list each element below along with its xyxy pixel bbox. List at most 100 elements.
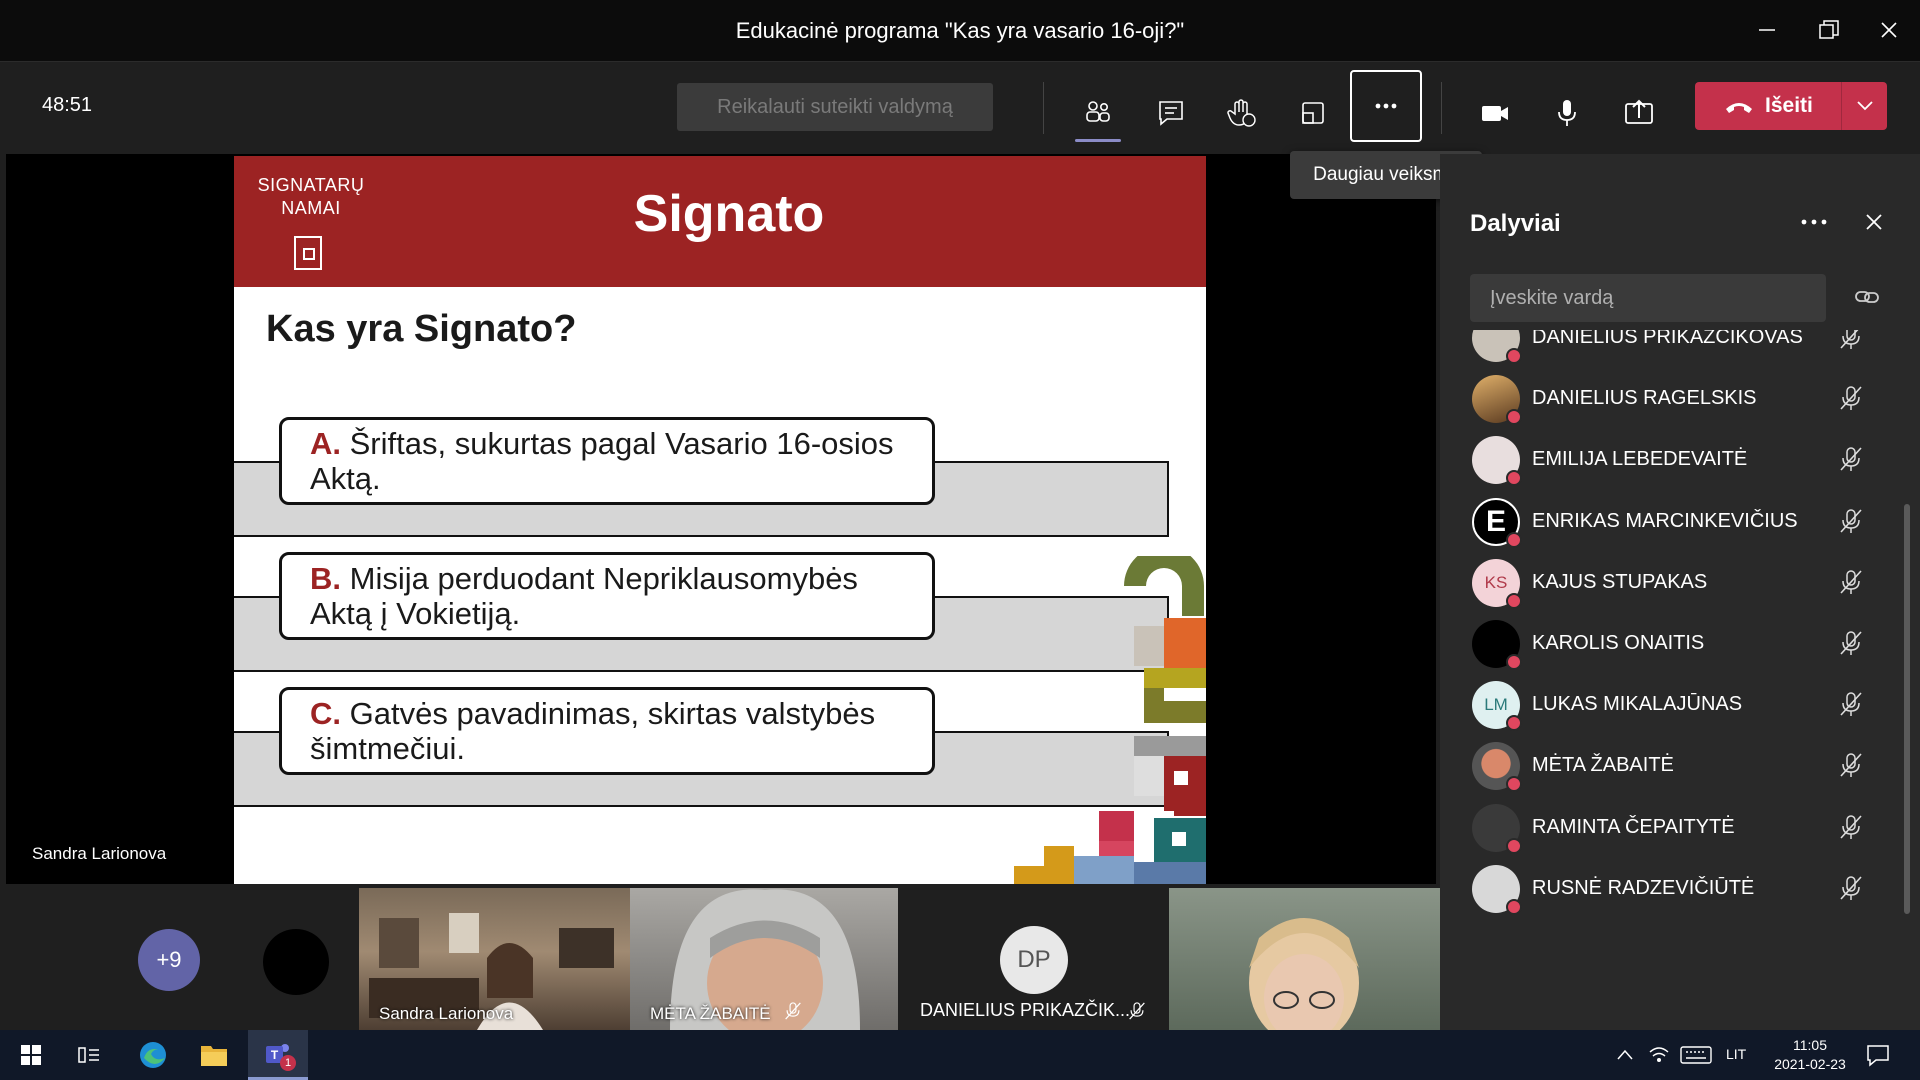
brand-logo-text: SIGNATARŲ NAMAI xyxy=(256,174,366,220)
start-button[interactable] xyxy=(3,1030,59,1080)
microphone-muted-icon xyxy=(1129,1002,1145,1020)
status-indicator xyxy=(1506,531,1522,548)
hang-up-icon xyxy=(1726,103,1752,113)
panel-close-button[interactable] xyxy=(1864,208,1884,239)
network-icon[interactable] xyxy=(1648,1044,1670,1064)
raise-hand-icon xyxy=(1227,99,1256,127)
participant-avatar[interactable]: DP xyxy=(1000,926,1068,994)
task-view-button[interactable] xyxy=(61,1030,117,1080)
status-indicator xyxy=(1506,776,1522,793)
microphone-muted-icon[interactable] xyxy=(1836,628,1866,658)
slide-question: Kas yra Signato? xyxy=(266,308,577,350)
microphone-muted-icon[interactable] xyxy=(1836,812,1866,842)
input-language[interactable]: LIT xyxy=(1726,1046,1746,1062)
option-text: Šriftas, sukurtas pagal Vasario 16-osios… xyxy=(310,426,894,496)
teams-taskbar-button[interactable]: T 1 xyxy=(248,1030,308,1080)
leave-label: Išeiti xyxy=(1765,94,1813,117)
participant-row[interactable]: RUSNĖ RADZEVIČIŪTĖ xyxy=(1440,853,1920,928)
system-clock[interactable]: 11:05 2021-02-23 xyxy=(1760,1036,1860,1074)
participant-name: ENRIKAS MARCINKEVIČIUS xyxy=(1532,509,1798,532)
chat-icon xyxy=(1159,101,1183,126)
participants-button[interactable] xyxy=(1063,78,1133,148)
windows-logo-icon xyxy=(21,1045,41,1065)
option-letter: C. xyxy=(310,696,341,731)
file-explorer-button[interactable] xyxy=(186,1030,242,1080)
brand-line-1: SIGNATARŲ xyxy=(257,175,365,195)
video-tile[interactable] xyxy=(1169,888,1440,1030)
panel-scrollbar[interactable] xyxy=(1904,504,1910,914)
slide-title: Signato xyxy=(633,185,825,243)
more-participants-badge[interactable]: +9 xyxy=(138,929,200,991)
presentation-slide: SIGNATARŲ NAMAI Signato Kas yra Signato?… xyxy=(234,156,1206,884)
microphone-button[interactable] xyxy=(1532,78,1602,148)
status-indicator xyxy=(1506,837,1522,854)
video-thumbnails-strip: +9 Sandra Larionova MĖTA ŽABAITĖ DP DANI… xyxy=(0,884,1440,1030)
meeting-toolbar: 48:51 Reikalauti suteikti valdymą Išeiti xyxy=(0,62,1920,154)
svg-text:T: T xyxy=(271,1048,279,1062)
video-tile[interactable]: MĖTA ŽABAITĖ xyxy=(630,888,898,1030)
breakout-rooms-button[interactable] xyxy=(1278,78,1348,148)
panel-title: Dalyviai xyxy=(1470,210,1561,237)
more-options-icon xyxy=(1801,219,1827,225)
option-letter: A. xyxy=(310,426,341,461)
status-indicator xyxy=(1506,409,1522,426)
chevron-down-icon xyxy=(1856,101,1873,111)
minimize-icon xyxy=(1759,29,1775,31)
chat-button[interactable] xyxy=(1136,78,1206,148)
option-b: B. Misija perduodant Nepriklausomybės Ak… xyxy=(279,552,935,640)
microphone-muted-icon[interactable] xyxy=(1836,873,1866,903)
clock-time: 11:05 xyxy=(1793,1037,1827,1053)
leave-options-button[interactable] xyxy=(1841,82,1887,130)
presenter-name: Sandra Larionova xyxy=(32,844,167,863)
option-a: A. Šriftas, sukurtas pagal Vasario 16-os… xyxy=(279,417,935,505)
avatar-initials: E xyxy=(1485,504,1506,538)
participant-name: RUSNĖ RADZEVIČIŪTĖ xyxy=(1532,876,1755,899)
share-button[interactable] xyxy=(1604,78,1674,148)
rooms-icon xyxy=(1302,102,1324,124)
status-indicator xyxy=(1506,654,1522,670)
clock-date: 2021-02-23 xyxy=(1774,1056,1846,1072)
restore-icon xyxy=(1819,20,1839,39)
close-icon xyxy=(1881,22,1897,38)
video-tile[interactable]: Sandra Larionova xyxy=(359,888,630,1030)
status-indicator xyxy=(1506,470,1522,487)
microphone-muted-icon[interactable] xyxy=(1836,567,1866,597)
close-icon xyxy=(1866,214,1882,230)
more-actions-button[interactable] xyxy=(1350,70,1422,142)
chevron-up-icon[interactable] xyxy=(1616,1048,1634,1062)
task-view-icon xyxy=(78,1047,99,1063)
option-c: C. Gatvės pavadinimas, skirtas valstybės… xyxy=(279,687,935,775)
camera-button[interactable] xyxy=(1460,78,1530,148)
notifications-icon[interactable] xyxy=(1866,1043,1890,1067)
request-control-button[interactable]: Reikalauti suteikti valdymą xyxy=(677,83,993,131)
microphone-muted-icon[interactable] xyxy=(1836,444,1866,474)
microphone-muted-icon[interactable] xyxy=(1836,750,1866,780)
microphone-muted-icon[interactable] xyxy=(1836,689,1866,719)
edge-browser-icon xyxy=(140,1042,166,1068)
participant-name: LUKAS MIKALAJŪNAS xyxy=(1532,693,1743,716)
active-tab-indicator xyxy=(1075,139,1121,142)
edge-button[interactable] xyxy=(125,1030,181,1080)
participant-avatar[interactable] xyxy=(263,929,329,995)
brand-line-2: NAMAI xyxy=(281,198,341,218)
raise-hand-button[interactable] xyxy=(1207,78,1277,148)
keyboard-icon[interactable] xyxy=(1680,1046,1712,1064)
participant-name: MĖTA ŽABAITĖ xyxy=(1532,754,1674,777)
microphone-muted-icon[interactable] xyxy=(1836,383,1866,413)
microphone-muted-icon[interactable] xyxy=(1836,330,1866,352)
restore-button[interactable] xyxy=(1806,10,1852,50)
participant-name: DANIELIUS PRIKAZČIKOVAS xyxy=(1532,330,1803,348)
toolbar-divider xyxy=(1441,82,1442,134)
minimize-button[interactable] xyxy=(1744,10,1790,50)
participant-name: RAMINTA ČEPAITYTĖ xyxy=(1532,815,1735,838)
microphone-muted-icon[interactable] xyxy=(1836,506,1866,536)
brand-logo-icon xyxy=(294,236,322,270)
share-link-icon[interactable] xyxy=(1852,282,1882,312)
participants-icon xyxy=(1086,101,1110,122)
participant-name: KAJUS STUPAKAS xyxy=(1532,570,1708,593)
leave-button[interactable]: Išeiti xyxy=(1695,82,1887,130)
participant-search-input[interactable]: Įveskite vardą xyxy=(1470,274,1826,322)
avatar-initials: LM xyxy=(1484,695,1508,715)
panel-more-options-button[interactable] xyxy=(1800,206,1828,234)
close-window-button[interactable] xyxy=(1866,10,1912,50)
